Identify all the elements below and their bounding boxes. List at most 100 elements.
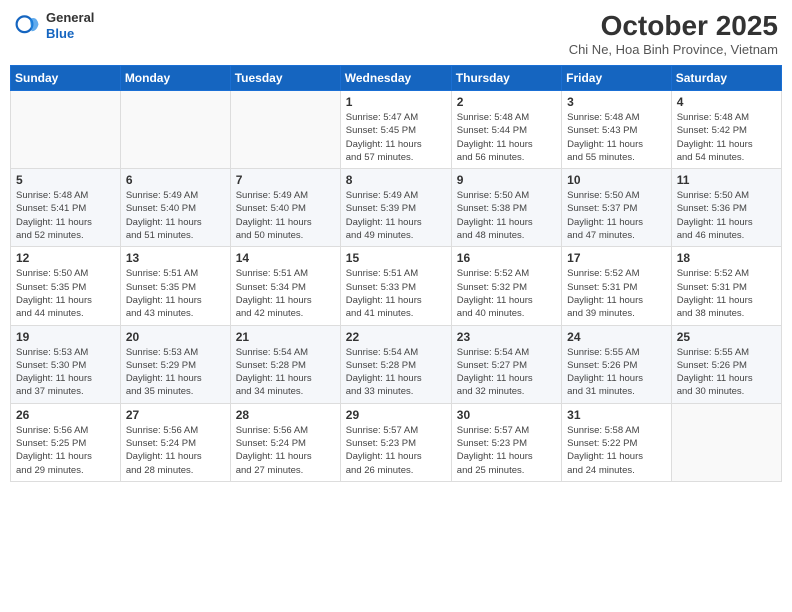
calendar-day-cell (120, 91, 230, 169)
day-number: 24 (567, 330, 666, 344)
calendar-day-cell: 3 Sunrise: 5:48 AM Sunset: 5:43 PM Daylig… (562, 91, 672, 169)
day-info: Sunrise: 5:50 AM Sunset: 5:37 PM Dayligh… (567, 189, 666, 242)
weekday-header-monday: Monday (120, 66, 230, 91)
day-number: 14 (236, 251, 335, 265)
day-number: 4 (677, 95, 776, 109)
calendar-day-cell: 4 Sunrise: 5:48 AM Sunset: 5:42 PM Daylig… (671, 91, 781, 169)
calendar-day-cell: 17 Sunrise: 5:52 AM Sunset: 5:31 PM Dayli… (562, 247, 672, 325)
logo: General Blue (14, 10, 94, 41)
day-info: Sunrise: 5:49 AM Sunset: 5:40 PM Dayligh… (126, 189, 225, 242)
day-number: 11 (677, 173, 776, 187)
day-number: 13 (126, 251, 225, 265)
day-info: Sunrise: 5:48 AM Sunset: 5:44 PM Dayligh… (457, 111, 556, 164)
day-number: 17 (567, 251, 666, 265)
day-info: Sunrise: 5:53 AM Sunset: 5:29 PM Dayligh… (126, 346, 225, 399)
day-number: 12 (16, 251, 115, 265)
weekday-header-wednesday: Wednesday (340, 66, 451, 91)
day-number: 3 (567, 95, 666, 109)
calendar-day-cell: 11 Sunrise: 5:50 AM Sunset: 5:36 PM Dayli… (671, 169, 781, 247)
calendar-day-cell: 10 Sunrise: 5:50 AM Sunset: 5:37 PM Dayli… (562, 169, 672, 247)
day-number: 22 (346, 330, 446, 344)
day-number: 29 (346, 408, 446, 422)
calendar-day-cell: 18 Sunrise: 5:52 AM Sunset: 5:31 PM Dayli… (671, 247, 781, 325)
calendar-day-cell: 12 Sunrise: 5:50 AM Sunset: 5:35 PM Dayli… (11, 247, 121, 325)
day-number: 7 (236, 173, 335, 187)
day-info: Sunrise: 5:48 AM Sunset: 5:42 PM Dayligh… (677, 111, 776, 164)
calendar-day-cell: 30 Sunrise: 5:57 AM Sunset: 5:23 PM Dayli… (451, 403, 561, 481)
day-number: 28 (236, 408, 335, 422)
day-number: 31 (567, 408, 666, 422)
calendar-day-cell: 23 Sunrise: 5:54 AM Sunset: 5:27 PM Dayli… (451, 325, 561, 403)
day-info: Sunrise: 5:51 AM Sunset: 5:33 PM Dayligh… (346, 267, 446, 320)
day-info: Sunrise: 5:47 AM Sunset: 5:45 PM Dayligh… (346, 111, 446, 164)
day-info: Sunrise: 5:52 AM Sunset: 5:31 PM Dayligh… (677, 267, 776, 320)
day-number: 23 (457, 330, 556, 344)
calendar-week-row: 5Sunrise: 5:48 AM Sunset: 5:41 PM Daylig… (11, 169, 782, 247)
day-info: Sunrise: 5:52 AM Sunset: 5:32 PM Dayligh… (457, 267, 556, 320)
day-info: Sunrise: 5:54 AM Sunset: 5:28 PM Dayligh… (236, 346, 335, 399)
month-title: October 2025 (569, 10, 778, 42)
logo-icon (14, 12, 42, 40)
day-info: Sunrise: 5:55 AM Sunset: 5:26 PM Dayligh… (567, 346, 666, 399)
calendar-day-cell: 19 Sunrise: 5:53 AM Sunset: 5:30 PM Dayli… (11, 325, 121, 403)
day-number: 1 (346, 95, 446, 109)
calendar-day-cell: 22Sunrise: 5:54 AM Sunset: 5:28 PM Dayli… (340, 325, 451, 403)
day-number: 27 (126, 408, 225, 422)
calendar-day-cell: 2Sunrise: 5:48 AM Sunset: 5:44 PM Daylig… (451, 91, 561, 169)
location: Chi Ne, Hoa Binh Province, Vietnam (569, 42, 778, 57)
day-info: Sunrise: 5:50 AM Sunset: 5:36 PM Dayligh… (677, 189, 776, 242)
day-info: Sunrise: 5:55 AM Sunset: 5:26 PM Dayligh… (677, 346, 776, 399)
calendar-day-cell: 14Sunrise: 5:51 AM Sunset: 5:34 PM Dayli… (230, 247, 340, 325)
calendar-day-cell: 29 Sunrise: 5:57 AM Sunset: 5:23 PM Dayli… (340, 403, 451, 481)
page-header: General Blue October 2025 Chi Ne, Hoa Bi… (10, 10, 782, 57)
day-info: Sunrise: 5:57 AM Sunset: 5:23 PM Dayligh… (457, 424, 556, 477)
day-number: 19 (16, 330, 115, 344)
day-number: 26 (16, 408, 115, 422)
day-number: 30 (457, 408, 556, 422)
day-info: Sunrise: 5:52 AM Sunset: 5:31 PM Dayligh… (567, 267, 666, 320)
calendar-day-cell: 31Sunrise: 5:58 AM Sunset: 5:22 PM Dayli… (562, 403, 672, 481)
calendar-day-cell: 8 Sunrise: 5:49 AM Sunset: 5:39 PM Daylig… (340, 169, 451, 247)
day-number: 10 (567, 173, 666, 187)
calendar-day-cell: 21 Sunrise: 5:54 AM Sunset: 5:28 PM Dayli… (230, 325, 340, 403)
day-info: Sunrise: 5:48 AM Sunset: 5:43 PM Dayligh… (567, 111, 666, 164)
calendar-day-cell: 27Sunrise: 5:56 AM Sunset: 5:24 PM Dayli… (120, 403, 230, 481)
day-info: Sunrise: 5:57 AM Sunset: 5:23 PM Dayligh… (346, 424, 446, 477)
weekday-header-sunday: Sunday (11, 66, 121, 91)
logo-text: General Blue (46, 10, 94, 41)
calendar-week-row: 1 Sunrise: 5:47 AM Sunset: 5:45 PM Daylig… (11, 91, 782, 169)
day-number: 21 (236, 330, 335, 344)
weekday-header-tuesday: Tuesday (230, 66, 340, 91)
day-number: 18 (677, 251, 776, 265)
calendar-day-cell: 26 Sunrise: 5:56 AM Sunset: 5:25 PM Dayli… (11, 403, 121, 481)
day-number: 8 (346, 173, 446, 187)
day-info: Sunrise: 5:54 AM Sunset: 5:27 PM Dayligh… (457, 346, 556, 399)
calendar-day-cell: 28Sunrise: 5:56 AM Sunset: 5:24 PM Dayli… (230, 403, 340, 481)
calendar-day-cell: 13 Sunrise: 5:51 AM Sunset: 5:35 PM Dayli… (120, 247, 230, 325)
day-info: Sunrise: 5:56 AM Sunset: 5:25 PM Dayligh… (16, 424, 115, 477)
day-info: Sunrise: 5:51 AM Sunset: 5:35 PM Dayligh… (126, 267, 225, 320)
weekday-header-thursday: Thursday (451, 66, 561, 91)
calendar-day-cell: 1 Sunrise: 5:47 AM Sunset: 5:45 PM Daylig… (340, 91, 451, 169)
calendar-day-cell (230, 91, 340, 169)
weekday-header-saturday: Saturday (671, 66, 781, 91)
day-info: Sunrise: 5:49 AM Sunset: 5:39 PM Dayligh… (346, 189, 446, 242)
calendar-table: SundayMondayTuesdayWednesdayThursdayFrid… (10, 65, 782, 482)
calendar-week-row: 12 Sunrise: 5:50 AM Sunset: 5:35 PM Dayli… (11, 247, 782, 325)
day-number: 20 (126, 330, 225, 344)
calendar-day-cell: 16 Sunrise: 5:52 AM Sunset: 5:32 PM Dayli… (451, 247, 561, 325)
day-info: Sunrise: 5:50 AM Sunset: 5:35 PM Dayligh… (16, 267, 115, 320)
weekday-header-friday: Friday (562, 66, 672, 91)
day-info: Sunrise: 5:48 AM Sunset: 5:41 PM Dayligh… (16, 189, 115, 242)
day-number: 15 (346, 251, 446, 265)
calendar-week-row: 26 Sunrise: 5:56 AM Sunset: 5:25 PM Dayli… (11, 403, 782, 481)
day-info: Sunrise: 5:53 AM Sunset: 5:30 PM Dayligh… (16, 346, 115, 399)
day-number: 16 (457, 251, 556, 265)
weekday-header-row: SundayMondayTuesdayWednesdayThursdayFrid… (11, 66, 782, 91)
calendar-day-cell (11, 91, 121, 169)
day-number: 9 (457, 173, 556, 187)
calendar-day-cell: 15 Sunrise: 5:51 AM Sunset: 5:33 PM Dayli… (340, 247, 451, 325)
calendar-day-cell: 9 Sunrise: 5:50 AM Sunset: 5:38 PM Daylig… (451, 169, 561, 247)
day-info: Sunrise: 5:50 AM Sunset: 5:38 PM Dayligh… (457, 189, 556, 242)
calendar-day-cell (671, 403, 781, 481)
